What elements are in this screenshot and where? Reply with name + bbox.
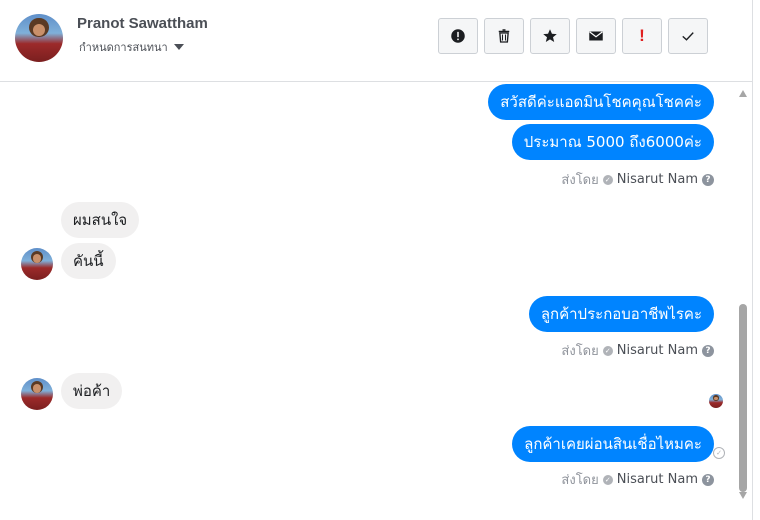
contact-avatar-small[interactable]	[21, 248, 53, 280]
mark-done-button[interactable]	[668, 18, 708, 54]
sender-name[interactable]: Nisarut Nam	[617, 172, 698, 187]
sent-by-info: ส่งโดย ✓ Nisarut Nam ?	[561, 169, 714, 190]
caret-down-icon	[173, 44, 184, 50]
message-bubble-outgoing[interactable]: สวัสดีค่ะแอดมินโชคคุณโชคค่ะ	[488, 84, 714, 120]
verified-icon: ✓	[602, 474, 613, 485]
delete-button[interactable]	[484, 18, 524, 54]
follow-up-button[interactable]: !	[622, 18, 662, 54]
assign-conversation-dropdown[interactable]: กำหนดการสนทนา	[79, 38, 184, 56]
verified-icon: ✓	[602, 345, 613, 356]
verified-icon: ✓	[602, 174, 613, 185]
checkmark-icon	[682, 32, 694, 41]
envelope-icon	[589, 31, 603, 41]
message-bubble-incoming[interactable]: พ่อค้า	[61, 373, 123, 409]
sent-by-label: ส่งโดย	[561, 473, 599, 488]
action-toolbar: !	[438, 18, 708, 54]
seen-by-avatar	[709, 394, 723, 408]
star-button[interactable]	[530, 18, 570, 54]
message-bubble-outgoing[interactable]: ลูกค้าประกอบอาชีพไรคะ	[528, 296, 714, 332]
trash-icon	[498, 29, 510, 43]
sent-by-info: ส่งโดย ✓ Nisarut Nam ?	[561, 340, 714, 361]
message-bubble-incoming[interactable]: ผมสนใจ	[61, 202, 140, 238]
conversation-header: Pranot Sawattham กำหนดการสนทนา !	[0, 0, 752, 82]
contact-avatar-small[interactable]	[21, 378, 53, 410]
scroll-down-icon[interactable]	[739, 492, 747, 499]
contact-name[interactable]: Pranot Sawattham	[77, 15, 208, 32]
delivered-check-icon: ✓	[713, 447, 725, 459]
alert-circle-icon	[451, 29, 465, 43]
exclamation-icon: !	[639, 26, 645, 45]
help-icon[interactable]: ?	[702, 473, 714, 486]
star-icon	[543, 29, 557, 42]
contact-avatar[interactable]	[15, 14, 63, 62]
message-bubble-incoming[interactable]: คันนี้	[61, 243, 116, 279]
sent-by-label: ส่งโดย	[561, 173, 599, 188]
help-icon[interactable]: ?	[702, 173, 714, 186]
mark-spam-button[interactable]	[438, 18, 478, 54]
scroll-thumb[interactable]	[739, 304, 747, 492]
scrollbar[interactable]	[735, 82, 751, 520]
help-icon[interactable]: ?	[702, 344, 714, 357]
sent-by-info: ส่งโดย ✓ Nisarut Nam ?	[561, 469, 714, 490]
sender-name[interactable]: Nisarut Nam	[617, 343, 698, 358]
message-bubble-outgoing[interactable]: ประมาณ 5000 ถึง6000ค่ะ	[511, 124, 714, 160]
assign-label: กำหนดการสนทนา	[79, 41, 168, 54]
panel-divider	[752, 0, 753, 520]
sent-by-label: ส่งโดย	[561, 344, 599, 359]
sender-name[interactable]: Nisarut Nam	[617, 472, 698, 487]
scroll-up-icon[interactable]	[739, 90, 747, 97]
mark-unread-button[interactable]	[576, 18, 616, 54]
message-bubble-outgoing[interactable]: ลูกค้าเคยผ่อนสินเชื่อไหมคะ	[512, 426, 714, 462]
